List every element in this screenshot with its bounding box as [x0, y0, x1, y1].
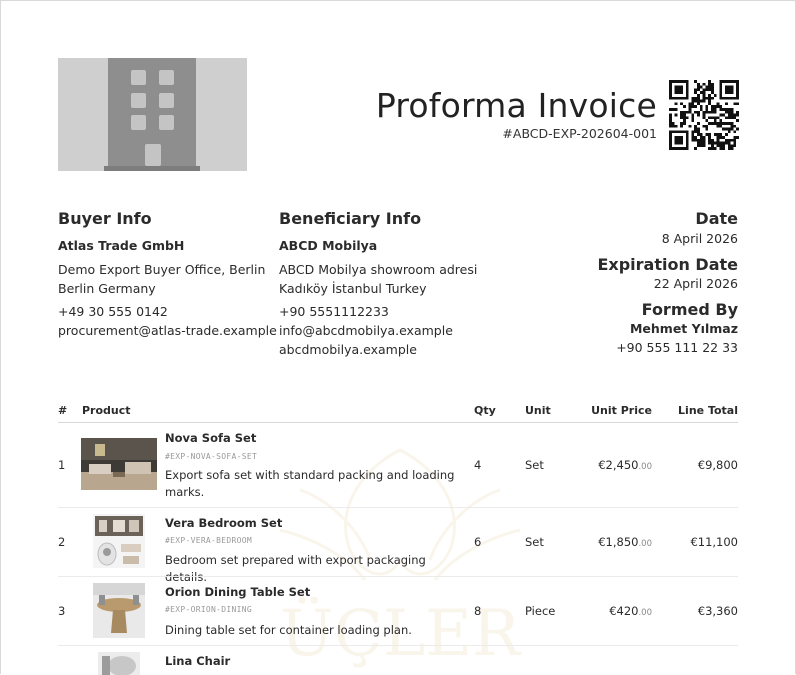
row-line-total: €3,360	[697, 604, 738, 618]
column-header-unit-price: Unit Price	[591, 404, 652, 417]
row-divider	[58, 576, 738, 577]
buyer-name: Atlas Trade GmbH	[58, 238, 185, 253]
product-code: #EXP-NOVA-SOFA-SET	[165, 452, 258, 461]
product-name: Orion Dining Table Set	[165, 585, 311, 599]
date-label: Date	[695, 209, 738, 228]
beneficiary-name: ABCD Mobilya	[279, 238, 378, 253]
row-line-total: €11,100	[690, 535, 738, 549]
product-image	[93, 514, 145, 568]
column-header-product: Product	[82, 404, 131, 417]
row-index: 2	[58, 535, 66, 549]
beneficiary-phone: +90 5551112233	[279, 304, 389, 319]
beneficiary-website: abcdmobilya.example	[279, 342, 417, 357]
table-header-divider	[58, 422, 738, 423]
product-code: #EXP-VERA-BEDROOM	[165, 536, 252, 545]
row-qty: 8	[474, 604, 482, 618]
column-header-qty: Qty	[474, 404, 496, 417]
row-index: 3	[58, 604, 66, 618]
row-unit: Set	[525, 535, 544, 549]
buyer-address-line2: Berlin Germany	[58, 281, 156, 296]
row-qty: 6	[474, 535, 482, 549]
buyer-address-line1: Demo Export Buyer Office, Berlin	[58, 262, 266, 277]
product-description: Bedroom set prepared with export packagi…	[165, 553, 426, 584]
beneficiary-email: info@abcdmobilya.example	[279, 323, 453, 338]
formed-by-name: Mehmet Yılmaz	[629, 321, 738, 336]
product-name: Nova Sofa Set	[165, 431, 257, 445]
row-index: 1	[58, 458, 66, 472]
product-image	[93, 583, 145, 638]
column-header-line-total: Line Total	[678, 404, 738, 417]
company-logo	[58, 58, 247, 171]
buyer-email: procurement@atlas-trade.example	[58, 323, 277, 338]
qr-code-icon	[669, 80, 739, 150]
row-qty: 4	[474, 458, 482, 472]
row-unit-price: €420.00	[609, 604, 652, 618]
product-code: #EXP-ORION-DINING	[165, 605, 252, 614]
product-name: Lina Chair	[165, 654, 231, 668]
beneficiary-heading: Beneficiary Info	[279, 209, 422, 228]
column-header-index: #	[58, 404, 68, 417]
buyer-phone: +49 30 555 0142	[58, 304, 168, 319]
document-title: Proforma Invoice	[375, 86, 657, 125]
formed-by-label: Formed By	[641, 300, 738, 319]
row-divider	[58, 507, 738, 508]
product-name: Vera Bedroom Set	[165, 516, 283, 530]
row-divider	[58, 645, 738, 646]
expiration-date-value: 22 April 2026	[653, 276, 738, 291]
row-unit: Piece	[525, 604, 556, 618]
column-header-unit: Unit	[525, 404, 551, 417]
row-unit-price: €2,450.00	[598, 458, 652, 472]
buyer-heading: Buyer Info	[58, 209, 152, 228]
formed-by-phone: +90 555 111 22 33	[616, 340, 738, 355]
invoice-number: #ABCD-EXP-202604-001	[502, 126, 657, 141]
product-description: Dining table set for container loading p…	[165, 623, 412, 637]
row-unit: Set	[525, 458, 544, 472]
product-image	[81, 438, 157, 490]
beneficiary-address-line2: Kadıköy İstanbul Turkey	[279, 281, 427, 296]
date-value: 8 April 2026	[661, 231, 738, 246]
row-line-total: €9,800	[697, 458, 738, 472]
building-icon	[104, 58, 200, 171]
beneficiary-address-line1: ABCD Mobilya showroom adresi	[279, 262, 478, 277]
row-unit-price: €1,850.00	[598, 535, 652, 549]
product-description: Export sofa set with standard packing an…	[165, 468, 455, 499]
expiration-date-label: Expiration Date	[597, 255, 738, 274]
product-image	[98, 652, 140, 675]
